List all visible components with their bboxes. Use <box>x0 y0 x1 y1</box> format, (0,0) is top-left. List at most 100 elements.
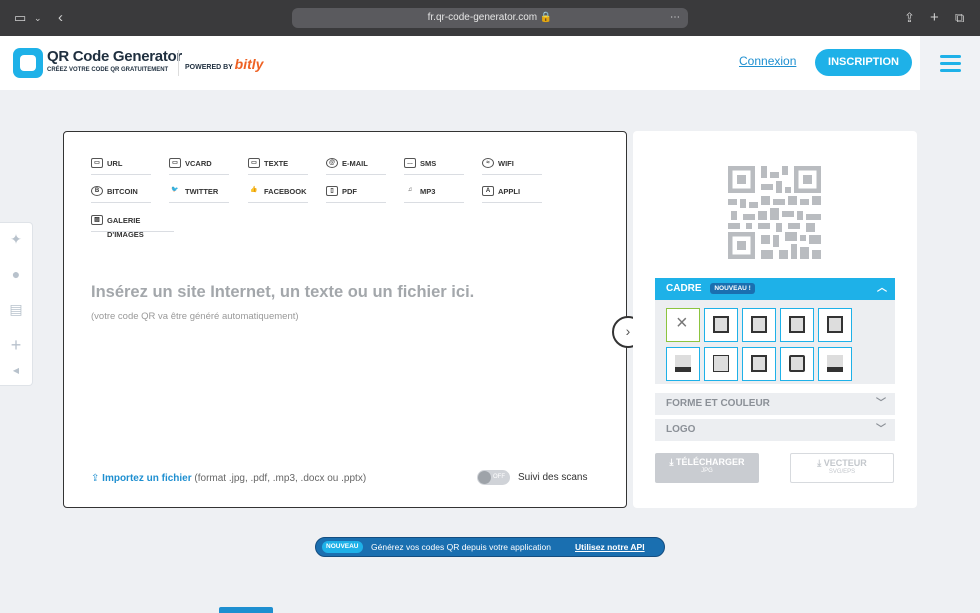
frame-section-header[interactable]: CADRE NOUVEAU ! ︿ <box>655 278 895 300</box>
image-gallery-icon: ▨ <box>91 215 103 225</box>
api-banner-text: Générez vos codes QR depuis votre applic… <box>371 542 552 552</box>
frame-option-9[interactable] <box>780 347 814 381</box>
frame-option-8[interactable] <box>742 347 776 381</box>
url-icon: ▭ <box>91 158 103 168</box>
vector-format: SVG/EPS <box>828 469 856 475</box>
tab-facebook[interactable]: 👍 FACEBOOK <box>248 185 308 203</box>
import-file-link[interactable]: Importez un fichier <box>102 473 191 484</box>
tab-url[interactable]: ▭ URL <box>91 157 151 175</box>
app-icon: A <box>482 186 494 196</box>
text-icon: ▭ <box>248 158 260 168</box>
signup-button[interactable]: INSCRIPTION <box>815 49 912 76</box>
more-share-icon[interactable]: + <box>7 335 25 356</box>
frame-option-5[interactable] <box>818 308 852 342</box>
import-file: ⇪ Importez un fichier (format .jpg, .pdf… <box>91 473 366 484</box>
content-input-hint: (votre code QR va être généré automatiqu… <box>91 311 299 322</box>
facebook-icon: 👍 <box>250 187 258 193</box>
plus-icon[interactable]: + <box>930 0 939 36</box>
download-label: TÉLÉCHARGER <box>675 457 745 467</box>
chevron-down-icon[interactable]: ⌄ <box>34 0 42 36</box>
chevron-down-icon: ﹀ <box>876 424 886 435</box>
login-link[interactable]: Connexion <box>739 54 796 68</box>
share-icon[interactable]: ⇪ <box>904 0 915 36</box>
tab-app[interactable]: A APPLI <box>482 185 542 203</box>
powered-by-label: POWERED BY <box>185 64 233 71</box>
vcard-icon: ▭ <box>169 158 181 168</box>
new-badge: NOUVEAU ! <box>710 283 755 294</box>
sms-icon: … <box>404 158 416 168</box>
frame-option-10[interactable] <box>818 347 852 381</box>
collapse-icon[interactable]: ◀ <box>7 366 25 375</box>
wifi-icon: ≈ <box>482 158 494 168</box>
tab-twitter[interactable]: 🐦 TWITTER <box>169 185 229 203</box>
content-input-placeholder[interactable]: Insérez un site Internet, un texte ou un… <box>91 283 474 302</box>
tab-text[interactable]: ▭ TEXTE <box>248 157 308 175</box>
upload-icon[interactable]: ⇪ <box>91 473 99 484</box>
twitter-icon: 🐦 <box>171 187 179 193</box>
download-icon: ⤓ <box>817 458 822 468</box>
frame-option-4[interactable] <box>780 308 814 342</box>
download-format: JPG <box>701 468 713 474</box>
url-text: fr.qr-code-generator.com <box>427 12 538 23</box>
frame-option-6[interactable] <box>666 347 700 381</box>
logo-label: LOGO <box>666 424 696 435</box>
download-jpg-button[interactable]: ⤓ TÉLÉCHARGER JPG <box>655 453 759 483</box>
bitcoin-icon: B <box>91 186 103 196</box>
chevron-right-icon: › <box>625 323 631 339</box>
tab-sms[interactable]: … SMS <box>404 157 464 175</box>
download-icon: ⤓ <box>669 457 674 467</box>
customize-panel: CADRE NOUVEAU ! ︿ × FORME ET COULEUR ﹀ L… <box>633 131 917 508</box>
shape-color-label: FORME ET COULEUR <box>666 398 770 409</box>
powered-by: POWERED BY bitly <box>178 50 263 76</box>
bitly-logo[interactable]: bitly <box>235 56 264 72</box>
frame-option-none[interactable]: × <box>666 308 700 342</box>
api-banner-link[interactable]: Utilisez notre API <box>575 538 645 556</box>
share-rail: ✦ ● ▤ + ◀ <box>0 222 33 386</box>
frame-section-title: CADRE <box>666 283 702 294</box>
tabs-icon[interactable]: ⧉ <box>955 0 964 36</box>
tab-email[interactable]: @ E-MAIL <box>326 157 386 175</box>
hamburger-menu-icon[interactable] <box>920 36 980 90</box>
bottom-tab-stub <box>219 607 273 613</box>
address-bar[interactable]: fr.qr-code-generator.com 🔒 ⋯ <box>292 8 688 28</box>
back-icon[interactable]: ‹ <box>58 0 63 36</box>
shape-color-section[interactable]: FORME ET COULEUR ﹀ <box>655 393 895 415</box>
frame-option-2[interactable] <box>704 308 738 342</box>
tab-bitcoin[interactable]: B BITCOIN <box>91 185 151 203</box>
site-header: QR Code Generator CRÉEZ VOTRE CODE QR GR… <box>0 36 980 90</box>
tab-vcard[interactable]: ▭ VCARD <box>169 157 229 175</box>
new-badge: NOUVEAU <box>322 541 363 553</box>
no-frame-icon: × <box>676 312 688 334</box>
qr-code-preview <box>728 166 821 259</box>
frame-option-3[interactable] <box>742 308 776 342</box>
frame-options: × <box>655 300 895 384</box>
tab-mp3[interactable]: ♫ MP3 <box>404 185 464 203</box>
qr-logo-icon[interactable] <box>13 48 43 78</box>
scan-tracking-label: Suivi des scans <box>518 472 588 483</box>
brand-tagline: CRÉEZ VOTRE CODE QR GRATUITEMENT <box>47 67 169 73</box>
frame-option-7[interactable] <box>704 347 738 381</box>
lock-icon: 🔒 <box>539 12 553 23</box>
tab-wifi[interactable]: ≈ WIFI <box>482 157 542 175</box>
content-editor: ▭ URL ▭ VCARD ▭ TEXTE @ E-MAIL … SMS ≈ WIFI BB… <box>63 131 627 508</box>
sidebar-icon[interactable]: ▭ <box>14 0 26 36</box>
email-icon: @ <box>326 158 338 168</box>
chevron-up-icon: ︿ <box>877 283 887 294</box>
tab-pdf[interactable]: ▯ PDF <box>326 185 386 203</box>
mp3-icon: ♫ <box>407 187 413 193</box>
browser-toolbar: ▭ ⌄ ‹ fr.qr-code-generator.com 🔒 ⋯ ⇪ + ⧉ <box>0 0 980 36</box>
tab-image-gallery[interactable]: ▨ GALERIE D'IMAGES <box>91 214 174 239</box>
logo-section[interactable]: LOGO ﹀ <box>655 419 895 441</box>
download-vector-button[interactable]: ⤓ VECTEUR SVG/EPS <box>790 453 894 483</box>
more-icon[interactable]: ⋯ <box>670 8 680 28</box>
vector-label: VECTEUR <box>823 458 867 468</box>
chevron-down-icon: ﹀ <box>876 398 886 409</box>
scan-tracking-toggle[interactable]: OFF <box>477 470 510 485</box>
twitter-share-icon[interactable]: ✦ <box>7 231 25 248</box>
facebook-share-icon[interactable]: ● <box>7 266 25 282</box>
import-formats: (format .jpg, .pdf, .mp3, .docx ou .pptx… <box>191 473 367 484</box>
pdf-icon: ▯ <box>326 186 338 196</box>
api-banner[interactable]: NOUVEAU Générez vos codes QR depuis votr… <box>315 537 665 557</box>
brand-name[interactable]: QR Code Generator <box>47 48 182 65</box>
print-icon[interactable]: ▤ <box>7 301 25 318</box>
